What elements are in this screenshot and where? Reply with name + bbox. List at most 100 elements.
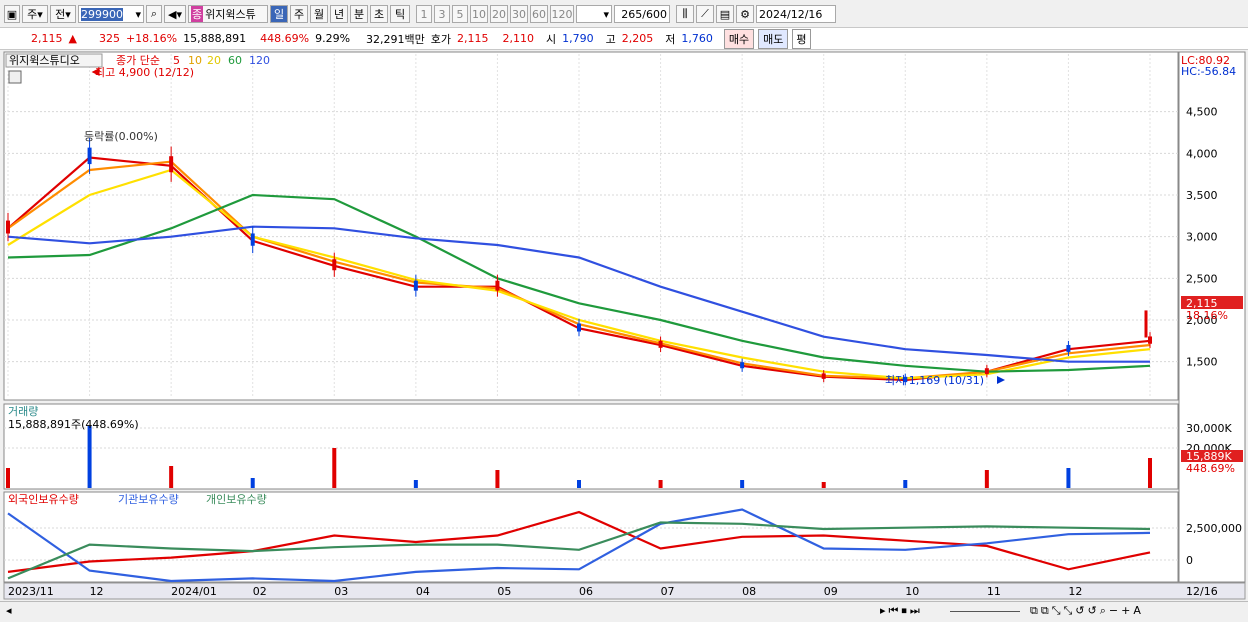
- candle-body: [821, 373, 826, 379]
- interval-120-button[interactable]: 120: [550, 5, 574, 23]
- interval-select[interactable]: ▾: [576, 5, 612, 23]
- interval-3-button[interactable]: 3: [434, 5, 450, 23]
- volume-value: 15,888,891주(448.69%): [8, 418, 139, 431]
- candle-icon[interactable]: ⫼: [676, 5, 694, 23]
- line-tool-icon[interactable]: ⟋: [696, 5, 714, 23]
- period-type-select[interactable]: 주 ▾: [22, 5, 48, 23]
- x-axis-label: 10: [905, 585, 919, 598]
- ratio-annotation: 등락률(0.00%): [84, 130, 158, 143]
- period-day-button[interactable]: 일: [270, 5, 288, 23]
- quote-rate: 9.29%: [315, 32, 351, 45]
- chart-type-icon[interactable]: ▣: [4, 5, 20, 23]
- gear-icon[interactable]: ⚙: [736, 5, 754, 23]
- interval-1-label: 1: [420, 7, 428, 21]
- quote-low: 1,760: [681, 32, 713, 45]
- volume-bar: [984, 470, 989, 488]
- interval-20-button[interactable]: 20: [490, 5, 508, 23]
- interval-60-button[interactable]: 60: [530, 5, 548, 23]
- code-value: 299900: [81, 7, 123, 21]
- period-second-button[interactable]: 초: [370, 5, 388, 23]
- holding-tick-label: 0: [1186, 554, 1193, 567]
- date-input[interactable]: 2024/12/16: [756, 5, 836, 23]
- sell-button[interactable]: 매도: [758, 28, 789, 49]
- zoom-slider[interactable]: [950, 611, 1020, 612]
- quote-hoga-ask: 2,115: [457, 32, 489, 45]
- candle-body: [87, 147, 92, 165]
- volume-bar: [250, 478, 255, 488]
- interval-30-label: 30: [512, 7, 526, 21]
- volume-panel: [3, 403, 1179, 490]
- candle-body: [413, 280, 418, 291]
- quote-high: 2,205: [621, 32, 654, 45]
- playback-controls-icon[interactable]: ▸⏮⏹⏭: [880, 604, 923, 618]
- volume-title: 거래량: [8, 405, 38, 418]
- candle-body: [250, 233, 255, 246]
- volume-bar: [658, 480, 663, 488]
- interval-5-button[interactable]: 5: [452, 5, 468, 23]
- quote-low-label: 저: [665, 32, 676, 46]
- period-tick-button[interactable]: 틱: [390, 5, 410, 23]
- scroll-left-icon[interactable]: ◂: [6, 604, 12, 617]
- buy-button[interactable]: 매수: [723, 28, 755, 49]
- period-month-button[interactable]: 월: [310, 5, 328, 23]
- stock-name: 위지윅스튜: [205, 8, 256, 21]
- interval-1-button[interactable]: 1: [416, 5, 432, 23]
- holding-panel: [3, 491, 1179, 583]
- interval-20-label: 20: [492, 7, 506, 21]
- x-axis-label: 08: [742, 585, 756, 598]
- toolbar: ▣ 주 ▾ 전 ▾ 299900 ▾ ⌕ ◀▾ 종 위지윅스튜 일 주 월 년 분 초 …: [0, 3, 1248, 25]
- volume-bar: [87, 426, 92, 488]
- price-tick-label: 4,000: [1186, 147, 1218, 160]
- prev-select[interactable]: 전 ▾: [50, 5, 76, 23]
- x-axis-label: 12/16: [1186, 585, 1218, 598]
- tool-icons[interactable]: ⧉⧉⤡⤡↺↺⌕−+A: [1030, 604, 1144, 618]
- volume-bar: [577, 480, 581, 488]
- candle-body: [658, 340, 663, 348]
- min-annotation: 최저 1,169 (10/31): [885, 374, 984, 387]
- ma60-legend: 60: [228, 54, 242, 67]
- code-input[interactable]: 299900 ▾: [78, 5, 144, 23]
- candle-body: [495, 280, 500, 291]
- prev-label: 전: [55, 8, 66, 21]
- period-year-button[interactable]: 년: [330, 5, 348, 23]
- search-icon[interactable]: ⌕: [146, 5, 162, 23]
- period-second-label: 초: [373, 8, 385, 21]
- save-icon[interactable]: ▤: [716, 5, 734, 23]
- interval-30-button[interactable]: 30: [510, 5, 528, 23]
- period-tick-label: 틱: [394, 8, 406, 21]
- interval-120-label: 120: [551, 7, 573, 21]
- quote-change: 325: [98, 32, 120, 45]
- interval-10-button[interactable]: 10: [470, 5, 488, 23]
- x-axis-label: 07: [661, 585, 675, 598]
- volume-last-pct: 448.69%: [1186, 462, 1235, 475]
- speaker-icon[interactable]: ◀▾: [164, 5, 186, 23]
- quote-amount: 32,291백만: [366, 32, 425, 46]
- period-minute-button[interactable]: 분: [350, 5, 368, 23]
- volume-bar: [332, 448, 337, 488]
- quote-open: 1,790: [562, 32, 594, 45]
- inst-holding-label: 기관보유수량: [118, 493, 179, 506]
- quote-volume: 15,888,891: [183, 32, 247, 45]
- last-change-badge: 18.16%: [1186, 309, 1228, 322]
- period-type-label: 주: [27, 8, 38, 21]
- interval-3-label: 3: [438, 7, 446, 21]
- period-week-button[interactable]: 주: [290, 5, 308, 23]
- foreign-holding-label: 외국인보유수량: [8, 493, 79, 506]
- volume-bar: [169, 466, 174, 488]
- max-annotation: 최고 4,900 (12/12): [95, 66, 194, 79]
- period-minute-label: 분: [353, 8, 365, 21]
- count-field[interactable]: 265/600: [614, 5, 670, 23]
- hc-label: HC:-56.84: [1181, 65, 1236, 78]
- eval-button[interactable]: 평: [792, 28, 811, 49]
- period-month-label: 월: [313, 8, 325, 21]
- calculator-icon[interactable]: [8, 70, 22, 84]
- volume-bar: [1066, 468, 1071, 488]
- stock-name-field[interactable]: 종 위지윅스튜: [188, 5, 268, 23]
- volume-bar: [1148, 458, 1152, 488]
- quote-high-label: 고: [605, 32, 616, 46]
- x-axis-label: 2023/11: [8, 585, 54, 598]
- scroll-bar[interactable]: ◂ ▸⏮⏹⏭ ⧉⧉⤡⤡↺↺⌕−+A: [0, 601, 1248, 622]
- price-panel: [3, 51, 1179, 401]
- x-axis-label: 09: [824, 585, 838, 598]
- candle-body: [1148, 336, 1152, 344]
